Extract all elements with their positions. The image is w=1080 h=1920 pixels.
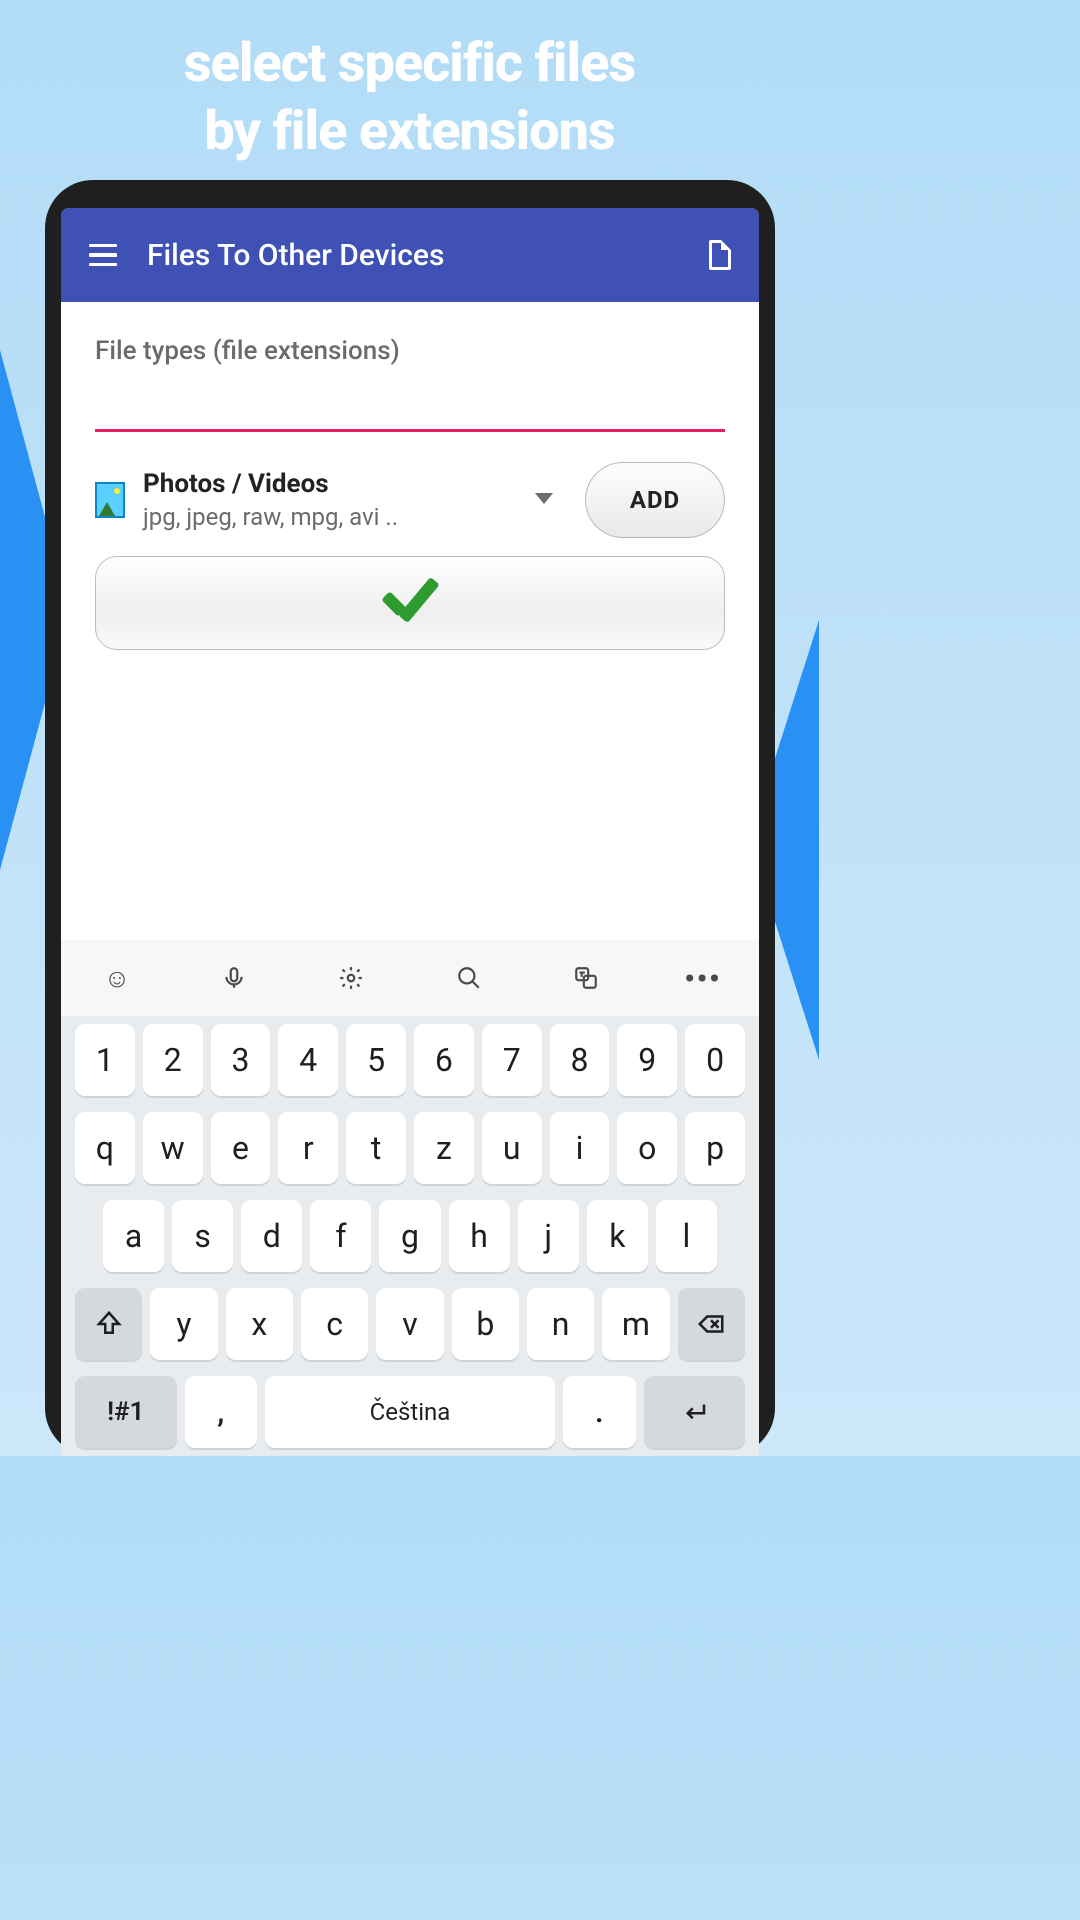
shift-key[interactable] — [75, 1288, 142, 1360]
key-r[interactable]: r — [278, 1112, 338, 1184]
category-extensions: jpg, jpeg, raw, mpg, avi .. — [143, 503, 517, 531]
promo-line1: select specific files — [20, 30, 799, 98]
key-8[interactable]: 8 — [550, 1024, 610, 1096]
mic-icon[interactable] — [214, 958, 254, 998]
key-k[interactable]: k — [587, 1200, 648, 1272]
key-l[interactable]: l — [656, 1200, 717, 1272]
key-7[interactable]: 7 — [482, 1024, 542, 1096]
content-area: File types (file extensions) Photos / Vi… — [61, 302, 759, 650]
key-row-bottom: !#1 , Čeština . — [61, 1368, 759, 1456]
gear-icon[interactable] — [331, 958, 371, 998]
key-9[interactable]: 9 — [617, 1024, 677, 1096]
confirm-button[interactable] — [95, 556, 725, 650]
key-row-numbers: 1234567890 — [61, 1016, 759, 1104]
key-b[interactable]: b — [452, 1288, 519, 1360]
app-title: Files To Other Devices — [147, 238, 679, 273]
key-d[interactable]: d — [241, 1200, 302, 1272]
key-g[interactable]: g — [379, 1200, 440, 1272]
photo-icon — [95, 482, 125, 518]
document-icon[interactable] — [709, 240, 731, 270]
category-row: Photos / Videos jpg, jpeg, raw, mpg, avi… — [95, 462, 725, 538]
key-q[interactable]: q — [75, 1112, 135, 1184]
key-t[interactable]: t — [346, 1112, 406, 1184]
translate-icon[interactable] — [566, 958, 606, 998]
extension-input[interactable] — [95, 370, 725, 432]
key-w[interactable]: w — [143, 1112, 203, 1184]
key-v[interactable]: v — [376, 1288, 443, 1360]
key-u[interactable]: u — [482, 1112, 542, 1184]
enter-key[interactable] — [644, 1376, 746, 1448]
key-row-letters-3: yxcvbnm — [61, 1280, 759, 1368]
key-1[interactable]: 1 — [75, 1024, 135, 1096]
key-c[interactable]: c — [301, 1288, 368, 1360]
period-key[interactable]: . — [563, 1376, 636, 1448]
soft-keyboard: ☺ ••• 1234567890 qwertzuiop asdfghjkl — [61, 940, 759, 1456]
key-5[interactable]: 5 — [346, 1024, 406, 1096]
promo-line2: by file extensions — [20, 98, 799, 166]
key-row-letters-1: qwertzuiop — [61, 1104, 759, 1192]
key-a[interactable]: a — [103, 1200, 164, 1272]
key-h[interactable]: h — [449, 1200, 510, 1272]
key-3[interactable]: 3 — [211, 1024, 271, 1096]
key-6[interactable]: 6 — [414, 1024, 474, 1096]
check-icon — [376, 580, 444, 626]
space-key[interactable]: Čeština — [265, 1376, 555, 1448]
category-info[interactable]: Photos / Videos jpg, jpeg, raw, mpg, avi… — [143, 469, 517, 531]
category-name: Photos / Videos — [143, 469, 517, 499]
key-z[interactable]: z — [414, 1112, 474, 1184]
comma-key[interactable]: , — [185, 1376, 258, 1448]
key-y[interactable]: y — [150, 1288, 217, 1360]
key-0[interactable]: 0 — [685, 1024, 745, 1096]
section-label: File types (file extensions) — [95, 336, 725, 366]
key-m[interactable]: m — [602, 1288, 669, 1360]
more-icon[interactable]: ••• — [683, 958, 723, 998]
key-p[interactable]: p — [685, 1112, 745, 1184]
search-icon[interactable] — [449, 958, 489, 998]
key-row-letters-2: asdfghjkl — [61, 1192, 759, 1280]
menu-icon[interactable] — [89, 244, 117, 267]
backspace-key[interactable] — [678, 1288, 745, 1360]
phone-frame: Files To Other Devices File types (file … — [45, 180, 775, 1456]
key-e[interactable]: e — [211, 1112, 271, 1184]
chevron-down-icon[interactable] — [535, 493, 549, 507]
key-4[interactable]: 4 — [278, 1024, 338, 1096]
add-button[interactable]: ADD — [585, 462, 725, 538]
symbols-key[interactable]: !#1 — [75, 1376, 177, 1448]
promo-heading: select specific files by file extensions — [0, 0, 819, 165]
key-i[interactable]: i — [550, 1112, 610, 1184]
key-f[interactable]: f — [310, 1200, 371, 1272]
emoji-icon[interactable]: ☺ — [97, 958, 137, 998]
app-bar: Files To Other Devices — [61, 208, 759, 302]
key-o[interactable]: o — [617, 1112, 677, 1184]
key-s[interactable]: s — [172, 1200, 233, 1272]
key-2[interactable]: 2 — [143, 1024, 203, 1096]
key-x[interactable]: x — [226, 1288, 293, 1360]
key-n[interactable]: n — [527, 1288, 594, 1360]
keyboard-toolbar: ☺ ••• — [61, 940, 759, 1016]
phone-screen: Files To Other Devices File types (file … — [61, 208, 759, 1456]
key-j[interactable]: j — [518, 1200, 579, 1272]
